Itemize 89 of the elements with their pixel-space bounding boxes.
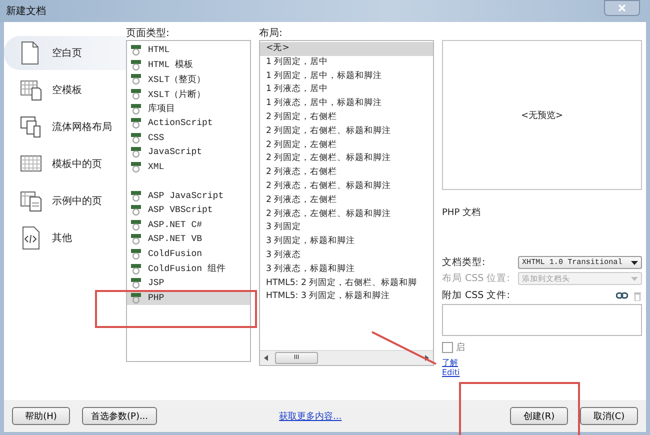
- layout-item[interactable]: 3 列固定，标题和脚注: [260, 235, 433, 249]
- dialog-button[interactable]: 首选参数(P)...: [82, 407, 158, 425]
- file-icon: [130, 161, 142, 174]
- field-label: 附加 CSS 文件:: [442, 289, 510, 302]
- layout-item[interactable]: 2 列固定，右侧栏: [260, 110, 433, 125]
- page-type-item[interactable]: CSS: [127, 130, 250, 146]
- page-type-item[interactable]: ASP VBScript: [127, 202, 250, 218]
- layout-item[interactable]: 1 列固定，居中: [260, 56, 433, 70]
- file-icon: [130, 132, 142, 144]
- file-icon: [130, 292, 142, 304]
- file-icon: [130, 248, 142, 260]
- file-icon: [130, 117, 142, 130]
- file-icon: [130, 58, 142, 71]
- caret-icon: [631, 260, 638, 264]
- page-type-item[interactable]: ASP JavaScript: [127, 188, 250, 203]
- window-title: 新建文档: [6, 4, 46, 18]
- annotation-line: [370, 330, 438, 366]
- caret-icon: [631, 276, 638, 280]
- dialog-button[interactable]: 取消(C): [580, 407, 638, 425]
- layout-item[interactable]: 3 列液态: [260, 248, 433, 263]
- layout-item[interactable]: HTML5: 3 列固定，标题和脚注: [260, 290, 433, 304]
- page-type-item[interactable]: 库项目: [127, 101, 250, 116]
- file-icon: [130, 218, 142, 231]
- file-icon: [130, 262, 142, 275]
- file-icon: [130, 44, 142, 56]
- more-content-link[interactable]: 获取更多内容...: [279, 410, 342, 422]
- document-description: PHP 文档: [442, 206, 482, 220]
- page-type-item[interactable]: ColdFusion: [127, 246, 250, 262]
- preview-text: <无预览>: [520, 110, 564, 122]
- document-icon: [20, 226, 42, 250]
- page-type-item[interactable]: XSLT（片断）: [127, 86, 250, 102]
- checkbox-label: 启: [456, 342, 465, 354]
- page-type-item[interactable]: HTML 模板: [127, 58, 250, 72]
- category-item[interactable]: 示例中的页: [4, 184, 126, 218]
- file-icon: [130, 277, 142, 290]
- category-item[interactable]: 模板中的页: [4, 147, 126, 181]
- close-button[interactable]: [604, 0, 640, 16]
- layout-item[interactable]: 2 列固定，右侧栏、标题和脚注: [260, 124, 433, 139]
- file-icon: [130, 190, 142, 202]
- file-icon: [130, 102, 142, 115]
- file-icon: [130, 204, 142, 216]
- help-link[interactable]: Editi: [442, 368, 460, 378]
- layout-item[interactable]: 2 列液态，右侧栏、标题和脚注: [260, 180, 433, 194]
- file-icon: [130, 73, 142, 86]
- dialog-button[interactable]: 创建(R): [510, 407, 568, 425]
- file-icon: [130, 233, 142, 246]
- page-type-item[interactable]: JavaScript: [127, 145, 250, 160]
- page-type-item[interactable]: XSLT（整页）: [127, 72, 250, 87]
- layout-item[interactable]: 3 列固定: [260, 221, 433, 236]
- option-label: 文档类型:: [442, 256, 486, 269]
- layout-item[interactable]: <无>: [260, 42, 433, 56]
- category-item[interactable]: 空模板: [4, 73, 126, 107]
- layout-item[interactable]: HTML5: 2 列固定，右侧栏、标题和脚: [260, 276, 433, 290]
- layout-item[interactable]: 1 列液态，居中，标题和脚注: [260, 97, 433, 111]
- help-link[interactable]: 了解: [442, 358, 458, 368]
- page-type-item[interactable]: JSP: [127, 276, 250, 290]
- left-arrow-icon: [263, 354, 269, 362]
- css-file-list[interactable]: [442, 304, 642, 336]
- close-icon: [618, 4, 626, 12]
- page-type-item[interactable]: XML: [127, 160, 250, 174]
- list-label: 布局:: [259, 27, 284, 40]
- document-icon: [20, 115, 42, 139]
- dialog-button[interactable]: 帮助(H): [12, 407, 70, 425]
- trash-icon: [633, 290, 642, 300]
- layout-item[interactable]: 2 列液态，左侧栏、标题和脚注: [260, 208, 433, 222]
- page-type-item[interactable]: ASP.NET VB: [127, 232, 250, 247]
- page-type-item[interactable]: HTML: [127, 43, 250, 58]
- layout-item[interactable]: 2 列固定，左侧栏: [260, 138, 433, 152]
- layout-item[interactable]: 1 列液态，居中: [260, 83, 433, 98]
- layout-item[interactable]: 2 列固定，左侧栏、标题和脚注: [260, 152, 433, 166]
- link-icon: [616, 292, 628, 299]
- layout-item[interactable]: 2 列液态，左侧栏: [260, 194, 433, 208]
- category-item[interactable]: 空白页: [4, 36, 126, 70]
- file-icon: [130, 146, 142, 158]
- category-item[interactable]: 流体网格布局: [4, 110, 126, 144]
- right-arrow-icon: [424, 354, 430, 362]
- document-icon: [20, 189, 42, 213]
- category-item[interactable]: 其他: [4, 221, 126, 255]
- layout-item[interactable]: 3 列液态，标题和脚注: [260, 262, 433, 277]
- page-type-item[interactable]: ColdFusion 组件: [127, 261, 250, 276]
- document-icon: [20, 78, 42, 102]
- layout-item[interactable]: 1 列固定，居中，标题和脚注: [260, 70, 433, 84]
- option-label: 布局 CSS 位置:: [442, 272, 510, 285]
- file-icon: [130, 88, 142, 100]
- page-type-item[interactable]: ASP.NET C#: [127, 218, 250, 232]
- page-type-item[interactable]: ActionScript: [127, 116, 250, 131]
- list-label: 页面类型:: [126, 26, 170, 40]
- checkbox[interactable]: [442, 342, 453, 353]
- layout-item[interactable]: 2 列液态，右侧栏: [260, 166, 433, 180]
